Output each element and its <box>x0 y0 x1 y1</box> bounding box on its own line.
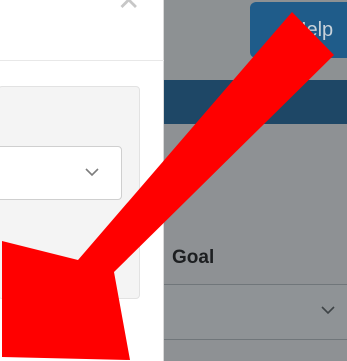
goal-select[interactable] <box>164 284 347 340</box>
close-icon[interactable]: ✕ <box>117 0 140 16</box>
modal-divider <box>0 60 164 61</box>
goal-label: Goal <box>172 247 215 268</box>
chevron-down-icon <box>321 306 335 315</box>
background-header-band <box>164 80 347 124</box>
help-button-label: Help <box>292 19 334 41</box>
modal-dialog: ✕ <box>0 0 164 361</box>
modal-select[interactable] <box>0 146 122 200</box>
chevron-down-icon <box>85 168 99 177</box>
help-button[interactable]: Help <box>250 2 347 58</box>
